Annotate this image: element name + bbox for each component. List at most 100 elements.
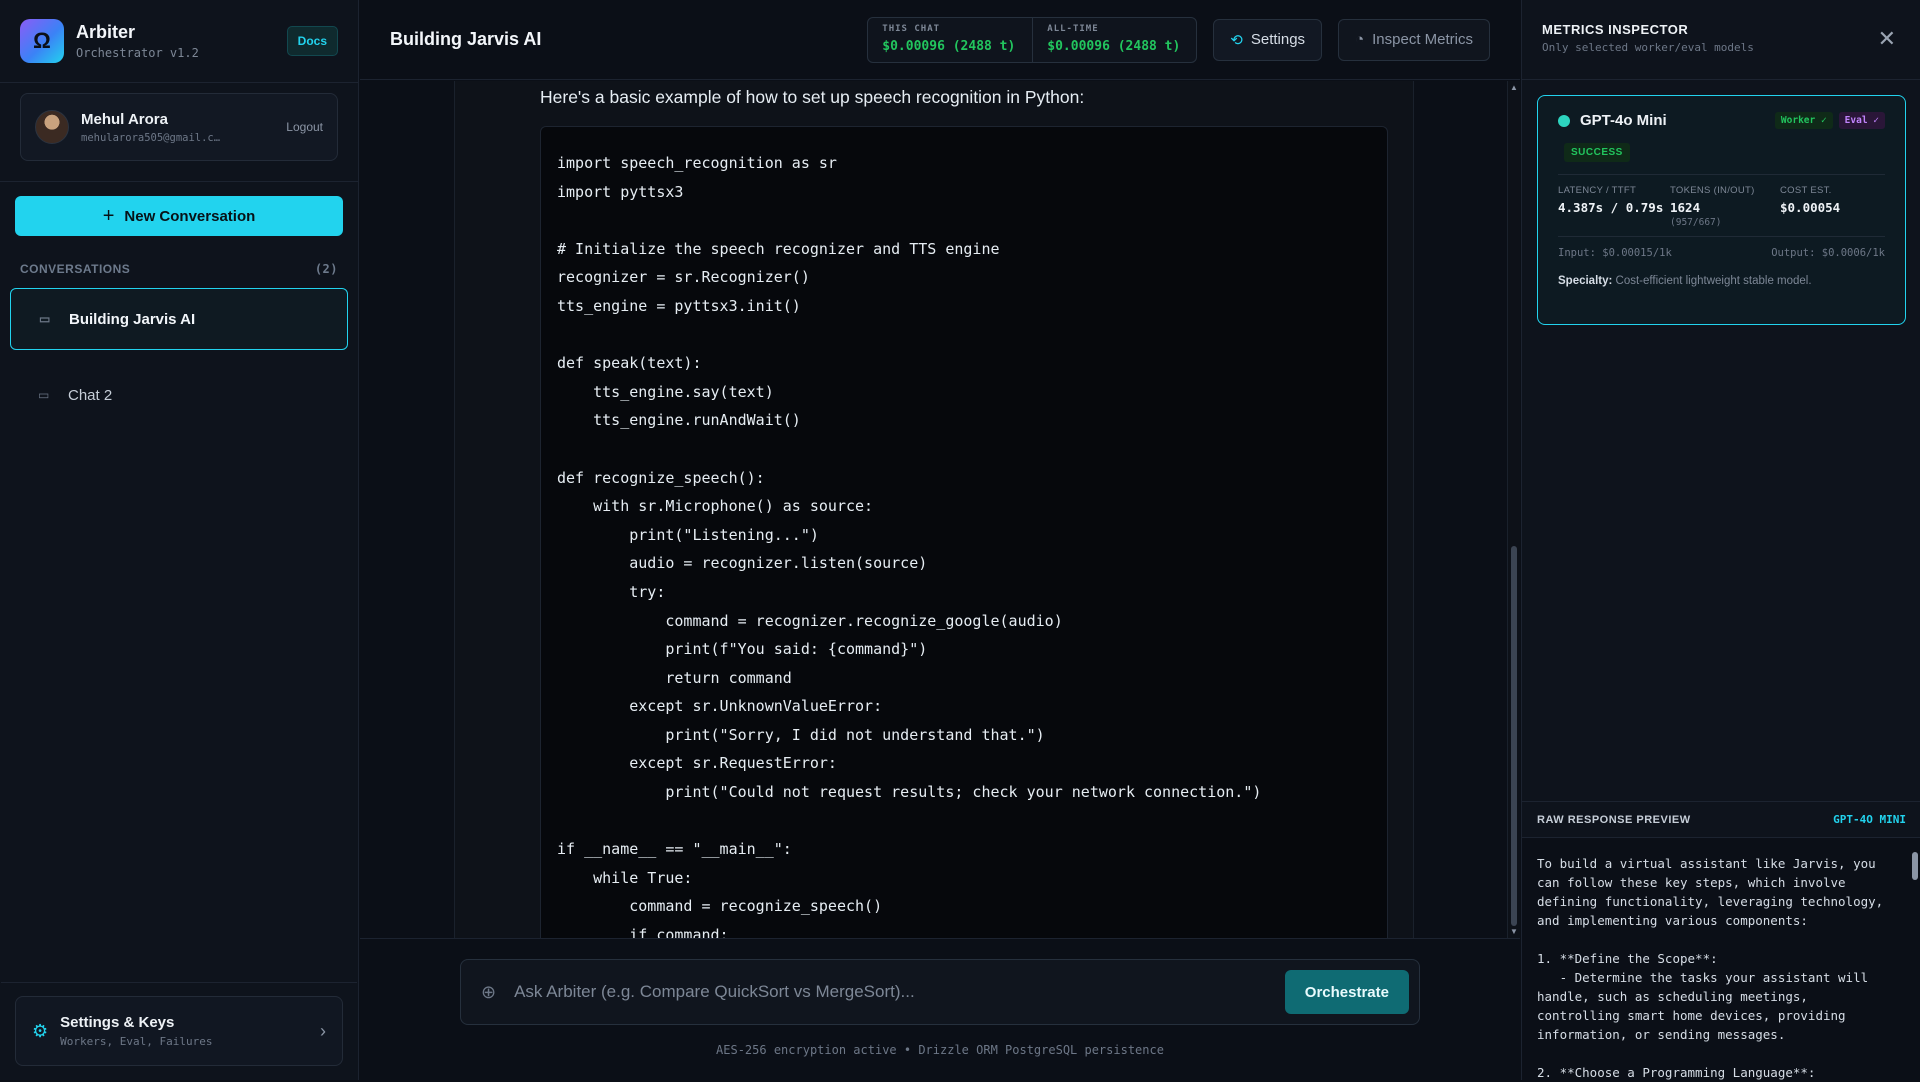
chevron-right-icon: ›	[320, 1020, 326, 1041]
model-card-header: GPT-4o Mini Worker ✓ Eval ✓	[1558, 112, 1885, 129]
user-info: Mehul Arora mehularora505@gmail.c…	[81, 111, 286, 144]
conversation-item-chat-2[interactable]: ▭ Chat 2	[10, 364, 348, 426]
model-metrics-card: GPT-4o Mini Worker ✓ Eval ✓ SUCCESS LATE…	[1537, 95, 1906, 325]
settings-button[interactable]: ⟲ Settings	[1213, 18, 1323, 61]
composer: ⊕ Orchestrate	[460, 959, 1420, 1025]
divider	[0, 181, 358, 182]
cost-label: COST EST.	[1780, 185, 1832, 196]
status-dot	[1558, 114, 1570, 127]
scrollbar-thumb[interactable]	[1912, 852, 1918, 880]
raw-response-preview: RAW RESPONSE PREVIEW GPT-4O MINI To buil…	[1522, 801, 1920, 1080]
orchestrate-button[interactable]: Orchestrate	[1284, 970, 1409, 1014]
conversations-header: CONVERSATIONS (2)	[0, 236, 358, 276]
chat-icon: ▭	[39, 312, 51, 326]
conversation-title: Building Jarvis AI	[69, 310, 196, 328]
chat-scroll-area[interactable]: Here's a basic example of how to set up …	[360, 81, 1520, 938]
inspector-title: METRICS INSPECTOR	[1542, 22, 1689, 37]
composer-area: ⊕ Orchestrate AES-256 encryption active …	[360, 938, 1520, 1080]
pie-chart-icon: ◔	[1355, 31, 1365, 48]
sidebar: Ω Arbiter Orchestrator v1.2 Docs Mehul A…	[0, 0, 359, 1080]
latency-value: 4.387s / 0.79s	[1558, 200, 1664, 215]
scroll-down-arrow-icon[interactable]: ▼	[1508, 927, 1520, 936]
conversation-title: Chat 2	[68, 386, 113, 404]
all-time-cost: ALL-TIME $0.00096 (2488 t)	[1032, 17, 1196, 62]
raw-response-header: RAW RESPONSE PREVIEW GPT-4O MINI	[1522, 802, 1920, 838]
chat-main: Building Jarvis AI THIS CHAT $0.00096 (2…	[360, 0, 1520, 1080]
assistant-message: Here's a basic example of how to set up …	[454, 81, 1414, 938]
app-logo: Ω	[20, 19, 64, 63]
latency-metric: LATENCY / TTFT 4.387s / 0.79s	[1558, 185, 1670, 228]
output-price: Output: $0.0006/1k	[1771, 247, 1885, 259]
user-card: Mehul Arora mehularora505@gmail.c… Logou…	[20, 93, 338, 161]
inspect-metrics-label: Inspect Metrics	[1372, 31, 1473, 48]
settings-label: Settings	[1250, 31, 1306, 48]
all-time-value: $0.00096 (2488 t)	[1047, 38, 1181, 54]
logout-button[interactable]: Logout	[286, 120, 323, 134]
brand-header: Ω Arbiter Orchestrator v1.2 Docs	[0, 0, 358, 83]
avatar	[35, 110, 69, 144]
settings-keys-text: Settings & Keys Workers, Eval, Failures	[60, 1014, 320, 1048]
raw-response-scrollbar[interactable]	[1911, 844, 1919, 1074]
scrollbar-thumb[interactable]	[1511, 546, 1517, 926]
omega-icon: Ω	[33, 28, 51, 53]
divider	[1558, 174, 1885, 175]
specialty-value: Cost-efficient lightweight stable model.	[1615, 275, 1812, 287]
message-text: Here's a basic example of how to set up …	[540, 87, 1085, 107]
cost-value: $0.00054	[1780, 200, 1841, 215]
cost-summary: THIS CHAT $0.00096 (2488 t) ALL-TIME $0.…	[867, 16, 1198, 63]
cost-metric: COST EST. $0.00054	[1780, 185, 1840, 228]
docs-button[interactable]: Docs	[286, 26, 338, 56]
new-conversation-button[interactable]: + New Conversation	[15, 196, 343, 236]
user-email: mehularora505@gmail.c…	[81, 131, 221, 144]
raw-response-model: GPT-4O MINI	[1833, 813, 1906, 826]
latency-label: LATENCY / TTFT	[1558, 185, 1637, 196]
footer-note: AES-256 encryption active • Drizzle ORM …	[716, 1043, 1164, 1057]
pricing-row: Input: $0.00015/1k Output: $0.0006/1k	[1558, 247, 1885, 259]
app-version: Orchestrator v1.2	[76, 46, 199, 60]
divider	[1, 982, 357, 983]
conversations-count: (2)	[314, 262, 338, 276]
settings-keys-subtitle: Workers, Eval, Failures	[60, 1035, 213, 1048]
inspector-subtitle: Only selected worker/eval models	[1542, 41, 1754, 54]
metrics-row: LATENCY / TTFT 4.387s / 0.79s TOKENS (IN…	[1558, 185, 1885, 228]
metrics-inspector: METRICS INSPECTOR Only selected worker/e…	[1521, 0, 1920, 1080]
model-name: GPT-4o Mini	[1580, 112, 1667, 129]
chat-header: Building Jarvis AI THIS CHAT $0.00096 (2…	[360, 0, 1520, 80]
inspector-header: METRICS INSPECTOR Only selected worker/e…	[1522, 0, 1920, 80]
code-block: import speech_recognition as sr import p…	[540, 126, 1388, 938]
scroll-up-arrow-icon[interactable]: ▲	[1508, 83, 1520, 92]
tokens-metric: TOKENS (IN/OUT) 1624 (957/667)	[1670, 185, 1780, 228]
code-content: import speech_recognition as sr import p…	[557, 154, 1262, 938]
conversation-list: ▭ Building Jarvis AI ▭ Chat 2	[0, 288, 358, 426]
tokens-breakdown: (957/667)	[1670, 217, 1722, 228]
divider	[1558, 236, 1885, 237]
settings-keys-button[interactable]: ⚙ Settings & Keys Workers, Eval, Failure…	[1, 982, 357, 1066]
chat-scrollbar[interactable]: ▲ ▼	[1507, 81, 1520, 938]
plus-circle-icon[interactable]: ⊕	[481, 982, 496, 1003]
settings-keys-title: Settings & Keys	[60, 1014, 175, 1031]
tokens-label: TOKENS (IN/OUT)	[1670, 185, 1755, 196]
close-icon[interactable]: ✕	[1878, 26, 1896, 52]
gear-icon: ⚙	[32, 1020, 49, 1041]
chat-title: Building Jarvis AI	[390, 29, 542, 49]
chat-icon: ▭	[38, 388, 50, 402]
raw-response-text[interactable]: To build a virtual assistant like Jarvis…	[1537, 854, 1897, 1082]
specialty-label: Specialty:	[1558, 275, 1613, 287]
sliders-icon: ⟲	[1230, 31, 1243, 49]
plus-icon: +	[102, 204, 115, 227]
conversation-item-building-jarvis-ai[interactable]: ▭ Building Jarvis AI	[10, 288, 348, 350]
user-name: Mehul Arora	[81, 110, 168, 128]
this-chat-label: THIS CHAT	[882, 23, 941, 34]
eval-badge: Eval ✓	[1838, 112, 1885, 129]
raw-response-title: RAW RESPONSE PREVIEW	[1537, 813, 1691, 826]
this-chat-value: $0.00096 (2488 t)	[882, 38, 1016, 54]
ask-input[interactable]	[514, 982, 1285, 1002]
model-specialty: Specialty: Cost-efficient lightweight st…	[1558, 275, 1885, 287]
tokens-value: 1624	[1670, 200, 1701, 215]
status-badge: SUCCESS	[1564, 143, 1630, 162]
all-time-label: ALL-TIME	[1047, 23, 1099, 34]
new-conversation-label: New Conversation	[124, 207, 256, 225]
input-price: Input: $0.00015/1k	[1558, 247, 1672, 259]
inspect-metrics-button[interactable]: ◔ Inspect Metrics	[1338, 18, 1490, 61]
this-chat-cost: THIS CHAT $0.00096 (2488 t)	[868, 18, 1032, 62]
